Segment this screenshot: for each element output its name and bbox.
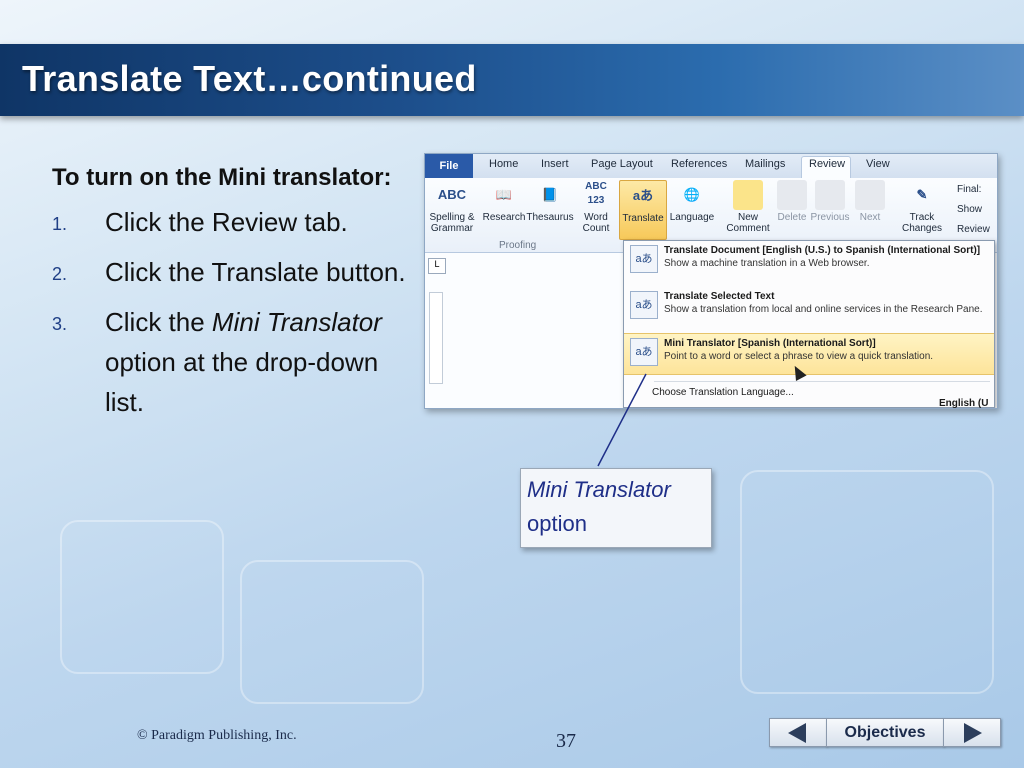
translate-label: Translate — [622, 213, 664, 224]
instructions: To turn on the Mini translator: 1. Click… — [52, 160, 412, 432]
next-label: Next — [859, 212, 881, 223]
title-bar: Translate Text…continued — [0, 44, 1024, 116]
arrow-right-icon — [964, 723, 982, 743]
translate-selected-icon: aあ — [630, 291, 658, 319]
lead-text: To turn on the Mini translator: — [52, 164, 392, 191]
ruler-tab-selector[interactable]: L — [428, 258, 446, 274]
background-key — [60, 520, 224, 674]
menu-item-desc: Show a translation from local and online… — [664, 304, 983, 315]
step-text-pre: Click the — [105, 307, 212, 337]
delete-comment-icon — [777, 180, 807, 210]
menu-item-title: Mini Translator [Spanish (International … — [664, 338, 876, 349]
language-label: Language — [669, 212, 715, 223]
copyright: © Paradigm Publishing, Inc. — [137, 728, 297, 743]
menu-item-desc: Show a machine translation in a Web brow… — [664, 258, 870, 269]
menu-item-desc: Point to a word or select a phrase to vi… — [664, 351, 934, 362]
tab-page-layout[interactable]: Page Layout — [591, 158, 653, 170]
word-screenshot: File Home Insert Page Layout References … — [424, 153, 998, 409]
final-dropdown[interactable]: Final: — [957, 184, 997, 195]
research-button[interactable]: 📖 Research — [479, 180, 529, 223]
arrow-left-icon — [788, 723, 806, 743]
new-comment-label: New Comment — [726, 212, 770, 234]
menu-item-translate-document[interactable]: aあ Translate Document [English (U.S.) to… — [624, 241, 994, 283]
menu-item-title: Translate Document [English (U.S.) to Sp… — [664, 245, 981, 256]
language-button[interactable]: 🌐 Language — [667, 180, 717, 223]
word-count-button[interactable]: ABC 123 Word Count — [571, 180, 621, 234]
previous-slide-button[interactable] — [769, 718, 827, 747]
language-globe-icon: 🌐 — [683, 187, 701, 202]
tab-mailings[interactable]: Mailings — [745, 158, 785, 170]
menu-item-mini-translator[interactable]: aあ Mini Translator [Spanish (Internation… — [624, 333, 994, 375]
slide-title: Translate Text…continued — [22, 58, 477, 99]
menu-separator — [654, 381, 990, 382]
ribbon-tab-bar: File Home Insert Page Layout References … — [425, 154, 997, 180]
tab-insert[interactable]: Insert — [541, 158, 569, 170]
track-changes-icon: ✎ — [916, 187, 928, 202]
menu-item-translate-selected[interactable]: aあ Translate Selected Text Show a transl… — [624, 287, 994, 331]
next-comment-icon — [855, 180, 885, 210]
abc-123-icon: ABC 123 — [585, 181, 607, 206]
next-comment-button[interactable]: Next — [845, 180, 895, 223]
research-label: Research — [482, 212, 526, 223]
callout-line-1: Mini Translator — [527, 477, 671, 502]
vertical-ruler — [429, 292, 443, 384]
thesaurus-label: Thesaurus — [526, 212, 574, 223]
mini-translator-callout: Mini Translator option — [520, 468, 712, 548]
tab-view[interactable]: View — [866, 158, 890, 170]
background-key — [240, 560, 424, 704]
callout-line-2: option — [527, 511, 587, 536]
tab-references[interactable]: References — [671, 158, 727, 170]
step-3: 3. Click the Mini Translator option at t… — [52, 302, 412, 422]
group-label-proofing: Proofing — [499, 240, 537, 251]
step-text: Click the Translate button. — [105, 257, 406, 287]
reviewing-pane-button[interactable]: Review — [957, 224, 997, 235]
tab-file[interactable]: File — [425, 154, 473, 178]
translate-dropdown-menu: aあ Translate Document [English (U.S.) to… — [623, 240, 995, 408]
track-changes-label: Track Changes — [901, 212, 943, 234]
tab-home[interactable]: Home — [489, 158, 518, 170]
step-number: 2. — [52, 264, 68, 284]
step-number: 3. — [52, 314, 68, 334]
next-slide-button[interactable] — [943, 718, 1001, 747]
step-2: 2. Click the Translate button. — [52, 252, 412, 292]
new-comment-button[interactable]: New Comment — [723, 180, 773, 234]
background-key — [740, 470, 994, 694]
abc-check-icon: ABC — [437, 187, 467, 202]
step-text-italic: Mini Translator — [211, 307, 382, 337]
page-number: 37 — [556, 730, 576, 752]
research-books-icon: 📖 — [495, 187, 513, 202]
thesaurus-book-icon: 📘 — [541, 187, 559, 202]
show-markup-button[interactable]: Show — [957, 204, 997, 215]
step-number: 1. — [52, 214, 68, 234]
thesaurus-button[interactable]: 📘 Thesaurus — [525, 180, 575, 223]
step-text: Click the Review tab. — [105, 207, 348, 237]
slide-navigation: Objectives — [769, 718, 1001, 747]
spelling-label: Spelling & Grammar — [429, 212, 475, 234]
previous-comment-icon — [815, 180, 845, 210]
mini-translator-icon: aあ — [630, 338, 658, 366]
step-text-post: option at the drop-down list. — [105, 347, 379, 417]
translate-icon: aあ — [632, 188, 654, 203]
new-comment-icon — [733, 180, 763, 210]
delete-label: Delete — [777, 212, 807, 223]
status-language: English (U — [939, 398, 989, 409]
spelling-grammar-button[interactable]: ABC Spelling & Grammar — [427, 180, 477, 234]
tab-review[interactable]: Review — [809, 158, 845, 170]
step-1: 1. Click the Review tab. — [52, 202, 412, 242]
word-count-label: Word Count — [582, 212, 610, 234]
translate-button[interactable]: aあ Translate — [619, 180, 667, 240]
translate-document-icon: aあ — [630, 245, 658, 273]
menu-item-choose-language[interactable]: Choose Translation Language... — [652, 387, 794, 398]
previous-label: Previous — [810, 212, 850, 223]
menu-item-title: Translate Selected Text — [664, 291, 775, 302]
track-changes-button[interactable]: ✎ Track Changes — [897, 180, 947, 234]
objectives-button[interactable]: Objectives — [826, 718, 944, 747]
